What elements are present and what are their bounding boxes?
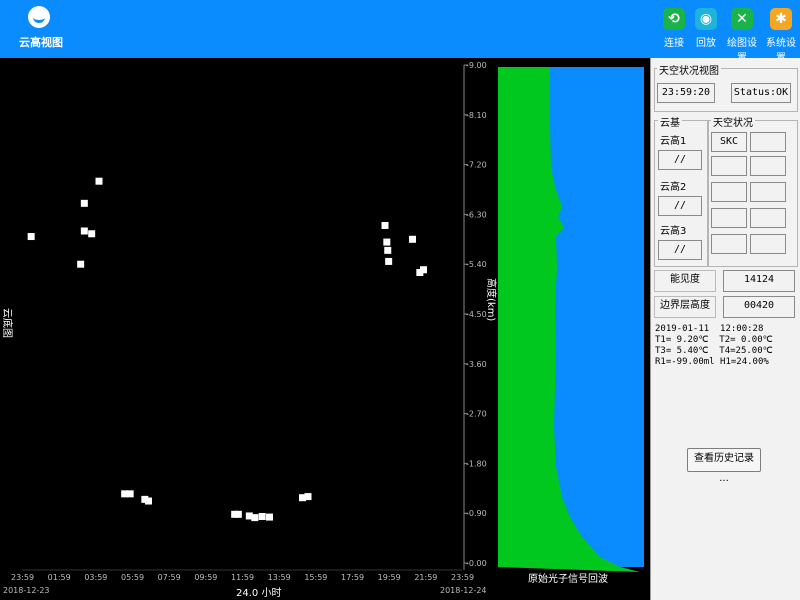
x-tick-label: 19:59: [378, 573, 401, 582]
x-tick-label: 13:59: [268, 573, 291, 582]
profile-label: 原始光子信号回波: [528, 572, 608, 585]
x-tick-label: 05:59: [121, 573, 144, 582]
cloud2-label: 云高2: [660, 182, 687, 193]
cloud-point: [95, 177, 103, 185]
status-panel: 天空状况视图 23:59:20 Status:OK 云基 天空状况 云高1 //…: [650, 58, 800, 600]
x-tick-label: 01:59: [48, 573, 71, 582]
cloud-point: [420, 266, 427, 274]
y-tick-label: -1.80: [466, 459, 487, 468]
status-display: Status:OK: [731, 83, 791, 103]
app-title: 云高视图: [19, 36, 63, 49]
sky-condition-value: SKC: [711, 132, 747, 152]
close-x-icon: ✕: [731, 8, 753, 30]
y-tick-label: -0.90: [466, 509, 487, 518]
x-tick-label: 23:59: [451, 573, 474, 582]
sky-condition-cell: [711, 182, 747, 202]
y-tick-label: -7.20: [466, 161, 487, 170]
boundary-layer-value: 00420: [723, 296, 795, 318]
sky-condition-cell: [711, 208, 747, 228]
cloud-point: [304, 493, 312, 501]
visibility-value: 14124: [723, 270, 795, 292]
sky-condition-title: 天空状况: [711, 114, 755, 129]
playback-button[interactable]: ◉ 回放: [688, 8, 724, 52]
x-tick-label: 11:59: [231, 573, 254, 582]
x-axis-label: 24.0 小时: [236, 587, 281, 599]
playback-label: 回放: [696, 38, 716, 49]
view-history-button[interactable]: 查看历史记录 ...: [687, 448, 761, 484]
sky-view-title: 天空状况视图: [657, 62, 721, 77]
sky-condition-cell: [711, 234, 747, 254]
time-display: 23:59:20: [657, 83, 715, 103]
sky-condition-cell: [711, 156, 747, 176]
app-logo[interactable]: 云高视图: [18, 6, 64, 54]
x-tick-label: 03:59: [84, 573, 107, 582]
cloud-point: [251, 514, 259, 522]
cloud2-value: //: [658, 196, 702, 216]
x-tick-label: 21:59: [414, 573, 437, 582]
gear-icon: ✱: [770, 8, 792, 30]
cloud1-label: 云高1: [660, 136, 687, 147]
cloud-height-chart: 23:59 01:59 03:59 05:59 07:59 09:59 11:59 13:59…: [1, 61, 644, 599]
cloud-height-plot: 23:59 01:59 03:59 05:59 07:59 09:59 11:59 13:59…: [0, 58, 650, 600]
y-tick-label: -4.50: [466, 310, 487, 319]
x-tick-labels: 23:59 01:59 03:59 05:59 07:59 09:59 11:59 13:59…: [11, 573, 474, 582]
y-tick-label: -5.40: [466, 260, 487, 269]
system-settings-button[interactable]: ✱ 系统设置: [763, 8, 799, 64]
cloud-point: [383, 238, 391, 246]
y-tick-label: -9.00: [466, 61, 487, 70]
sky-condition-cell: [750, 234, 786, 254]
cloud-point: [381, 221, 389, 229]
cloud-logo-icon: [28, 6, 50, 28]
cloud-point: [88, 230, 96, 238]
x-tick-label: 17:59: [341, 573, 364, 582]
sky-condition-cell: [750, 208, 786, 228]
sky-condition-cell: [750, 132, 786, 152]
connect-button[interactable]: ⟲ 连接: [656, 8, 692, 52]
cloud-point: [77, 260, 85, 268]
cloud-point: [385, 257, 393, 265]
y-tick-label: -2.70: [466, 410, 487, 419]
cloud-point: [384, 246, 392, 254]
x-tick-label: 23:59: [11, 573, 34, 582]
end-date-label: 2018-12-24: [440, 586, 487, 595]
sensor-readout: 2019-01-11 12:00:28 T1= 9.20℃ T2= 0.00℃ …: [655, 324, 773, 367]
y-axis-label: 高度(km): [485, 278, 498, 321]
x-tick-label: 07:59: [158, 573, 181, 582]
left-axis-label: 云底图: [1, 308, 14, 338]
y-tick-labels: -9.00 -8.10 -7.20 -6.30 -5.40 -4.50 -3.60 -2.70…: [464, 61, 487, 568]
toolbar: 云高视图 ⟲ 连接 ◉ 回放 ✕ 绘图设置 ✱ 系统设置: [0, 0, 800, 64]
x-tick-label: 09:59: [194, 573, 217, 582]
cloud-point: [266, 513, 273, 521]
cloud-point: [145, 497, 152, 505]
y-tick-label: -6.30: [466, 210, 487, 219]
cloud-base-title: 云基: [658, 114, 682, 129]
x-tick-label: 15:59: [304, 573, 327, 582]
cloud-point: [409, 235, 416, 243]
playback-icon: ◉: [695, 8, 717, 30]
visibility-label: 能见度: [654, 270, 716, 292]
y-tick-label: -0.00: [466, 559, 487, 568]
connect-label: 连接: [664, 38, 684, 49]
cloud-point: [27, 233, 35, 241]
cloud3-label: 云高3: [660, 226, 687, 237]
sky-condition-cell: [750, 156, 786, 176]
y-tick-label: -8.10: [466, 111, 487, 120]
plot-settings-button[interactable]: ✕ 绘图设置: [724, 8, 760, 64]
cloud-points: [27, 177, 427, 522]
y-tick-label: -3.60: [466, 360, 487, 369]
cloud3-value: //: [658, 240, 702, 260]
start-date-label: 2018-12-23: [3, 586, 50, 595]
cloud-point: [80, 199, 88, 207]
cloud-point: [234, 510, 242, 518]
cloud-point: [126, 490, 134, 498]
cloud1-value: //: [658, 150, 702, 170]
link-icon: ⟲: [663, 8, 685, 30]
sky-condition-cell: [750, 182, 786, 202]
cloud-point: [258, 513, 266, 521]
boundary-layer-label: 边界层高度: [654, 296, 716, 318]
cloud-point: [80, 227, 88, 235]
